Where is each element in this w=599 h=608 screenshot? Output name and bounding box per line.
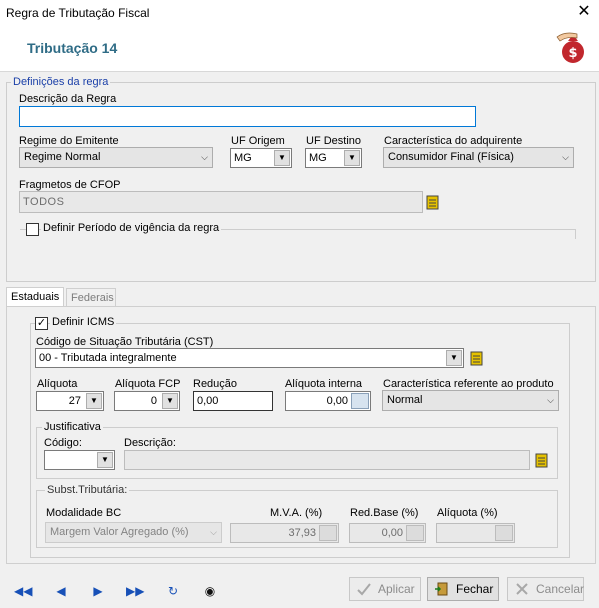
cancelar-label: Cancelar — [536, 582, 585, 596]
red-base-label: Red.Base (%) — [350, 507, 419, 519]
aliquota-select[interactable]: 27 ▼ — [36, 391, 104, 411]
money-bag-hand-icon: $ — [556, 32, 584, 63]
caracteristica-produto-value: Normal — [387, 394, 423, 406]
subst-legend: Subst.Tributária: — [45, 484, 130, 496]
define-icms-label: Definir ICMS — [50, 316, 117, 328]
cfop-field: TODOS — [19, 191, 423, 213]
apply-icon — [357, 583, 371, 596]
red-base-value: 0,00 — [381, 527, 403, 539]
define-icms-checkbox[interactable]: ✓ — [35, 317, 48, 330]
vigencia-checkbox[interactable] — [26, 223, 39, 236]
header-panel: Tributação 14 $ — [0, 26, 599, 72]
uf-destino-select[interactable]: MG ▼ — [305, 148, 362, 168]
book-lookup-icon[interactable] — [470, 350, 484, 366]
fechar-label: Fechar — [456, 582, 494, 596]
next-record-icon[interactable]: ▶ — [89, 583, 107, 599]
book-lookup-icon[interactable] — [535, 452, 549, 468]
aliquota-fcp-value: 0 — [150, 395, 157, 407]
descricao-label: Descrição da Regra — [19, 93, 117, 105]
calculator-icon[interactable] — [495, 525, 513, 541]
uf-origem-select[interactable]: MG ▼ — [230, 148, 292, 168]
uf-origem-label: UF Origem — [231, 135, 285, 147]
close-icon[interactable]: ✕ — [574, 2, 594, 22]
title-bar: Regra de Tributação Fiscal ✕ — [0, 0, 599, 26]
aliquota-interna-input[interactable]: 0,00 — [285, 391, 371, 411]
aliquota-fcp-label: Alíquota FCP — [115, 378, 181, 390]
chevron-down-icon[interactable]: ▼ — [344, 150, 360, 166]
caracteristica-produto-select[interactable]: Normal ⌵ — [382, 390, 559, 411]
cfop-label: Fragmetos de CFOP — [19, 179, 121, 191]
uf-destino-label: UF Destino — [306, 135, 362, 147]
refresh-icon[interactable]: ↻ — [164, 583, 182, 599]
fechar-button[interactable]: Fechar — [427, 577, 499, 601]
book-lookup-icon[interactable] — [426, 194, 440, 210]
record-icon[interactable]: ◉ — [201, 583, 219, 599]
cst-value: 00 - Tributada integralmente — [39, 352, 177, 364]
regime-value: Regime Normal — [24, 151, 101, 163]
justificativa-descricao-label: Descrição: — [124, 437, 176, 449]
uf-origem-value: MG — [234, 152, 252, 164]
subst-aliquota-label: Alíquota (%) — [437, 507, 498, 519]
red-base-input[interactable]: 0,00 — [349, 523, 426, 543]
reducao-input[interactable]: 0,00 — [193, 391, 273, 411]
caracteristica-adquirente-select[interactable]: Consumidor Final (Física) ⌵ — [383, 147, 574, 168]
uf-destino-value: MG — [309, 152, 327, 164]
window-title: Regra de Tributação Fiscal — [6, 6, 150, 20]
aliquota-label: Alíquota — [37, 378, 78, 390]
calculator-icon[interactable] — [406, 525, 424, 541]
chevron-down-icon: ⌵ — [547, 395, 554, 405]
modalidade-select[interactable]: Margem Valor Agregado (%) ⌵ — [45, 522, 222, 543]
justificativa-legend: Justificativa — [42, 421, 103, 433]
chevron-down-icon[interactable]: ▼ — [162, 393, 178, 409]
vigencia-label: Definir Período de vigência da regra — [41, 222, 222, 234]
last-record-icon[interactable]: ▶▶ — [126, 583, 144, 599]
cst-select[interactable]: 00 - Tributada integralmente ▼ — [35, 348, 464, 368]
mva-label: M.V.A. (%) — [270, 507, 323, 519]
calculator-icon[interactable] — [351, 393, 369, 409]
regime-label: Regime do Emitente — [19, 135, 119, 147]
rule-definitions-legend: Definições da regra — [11, 76, 111, 88]
aliquota-interna-label: Alíquota interna — [285, 378, 363, 390]
mva-value: 37,93 — [288, 527, 316, 539]
caracteristica-produto-label: Característica referente ao produto — [383, 378, 554, 390]
chevron-down-icon: ⌵ — [562, 152, 569, 162]
reducao-label: Redução — [193, 378, 238, 390]
cst-label: Código de Situação Tributária (CST) — [36, 336, 214, 348]
previous-record-icon[interactable]: ◀ — [52, 583, 70, 599]
chevron-down-icon[interactable]: ▼ — [97, 452, 113, 468]
chevron-down-icon: ⌵ — [201, 152, 208, 162]
regime-select[interactable]: Regime Normal ⌵ — [19, 147, 213, 168]
descricao-input[interactable] — [19, 106, 476, 127]
aliquota-fcp-select[interactable]: 0 ▼ — [114, 391, 180, 411]
door-exit-icon — [435, 582, 448, 596]
justificativa-descricao-field — [124, 450, 530, 470]
codigo-label: Código: — [44, 437, 82, 449]
tab-estaduais[interactable]: Estaduais — [6, 287, 64, 307]
chevron-down-icon: ⌵ — [210, 527, 217, 537]
modalidade-label: Modalidade BC — [46, 507, 122, 519]
aplicar-label: Aplicar — [378, 582, 415, 596]
caracteristica-adquirente-label: Característica do adquirente — [384, 135, 523, 147]
aliquota-interna-value: 0,00 — [326, 395, 348, 407]
page-title: Tributação 14 — [27, 40, 118, 56]
mva-input[interactable]: 37,93 — [230, 523, 339, 543]
caracteristica-adquirente-value: Consumidor Final (Física) — [388, 151, 514, 163]
first-record-icon[interactable]: ◀◀ — [14, 583, 32, 599]
subst-aliquota-input[interactable] — [436, 523, 515, 543]
chevron-down-icon[interactable]: ▼ — [274, 150, 290, 166]
cancelar-button[interactable]: Cancelar — [507, 577, 584, 601]
chevron-down-icon[interactable]: ▼ — [446, 350, 462, 366]
tab-federais[interactable]: Federais — [66, 288, 116, 308]
modalidade-value: Margem Valor Agregado (%) — [50, 526, 189, 538]
codigo-select[interactable]: ▼ — [44, 450, 115, 470]
cancel-icon — [516, 583, 528, 595]
aliquota-value: 27 — [68, 395, 81, 407]
aplicar-button[interactable]: Aplicar — [349, 577, 421, 601]
svg-text:$: $ — [568, 46, 577, 61]
calculator-icon[interactable] — [319, 525, 337, 541]
chevron-down-icon[interactable]: ▼ — [86, 393, 102, 409]
